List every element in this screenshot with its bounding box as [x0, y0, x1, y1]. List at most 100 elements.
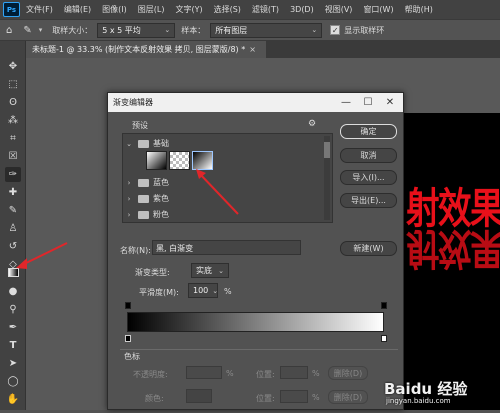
preset-swatch-black-white[interactable]	[192, 151, 213, 170]
sample-value: 所有图层	[215, 25, 248, 35]
menu-file[interactable]: 文件(F)	[26, 4, 53, 15]
stops-label: 色标	[122, 351, 142, 362]
gradient-swatch-icon	[7, 268, 19, 277]
dialog-title: 渐变编辑器	[113, 98, 153, 107]
opacity-input[interactable]	[186, 366, 222, 379]
chevron-right-icon[interactable]: ›	[123, 211, 135, 219]
preset-swatch-transparent[interactable]	[169, 151, 190, 170]
watermark-url: jingyan.baidu.com	[386, 397, 451, 405]
home-icon[interactable]: ⌂	[6, 25, 12, 36]
chevron-down-icon: ⌄	[311, 26, 318, 34]
move-tool-icon[interactable]: ✥	[5, 59, 21, 74]
menu-help[interactable]: 帮助(H)	[405, 4, 433, 15]
type-tool-icon[interactable]: T	[5, 338, 21, 353]
smoothness-select[interactable]: 100 ⌄	[188, 283, 218, 298]
eyedropper-tool-icon[interactable]: ✑	[5, 167, 21, 182]
watermark-logo-text: Baidu 经验	[384, 380, 468, 398]
minimize-icon[interactable]: —	[335, 93, 357, 112]
gradient-tool-icon[interactable]	[5, 265, 21, 280]
menu-image[interactable]: 图像(I)	[102, 4, 127, 15]
menu-filter[interactable]: 滤镜(T)	[252, 4, 279, 15]
new-button[interactable]: 新建(W)	[340, 241, 397, 256]
lasso-tool-icon[interactable]: ʘ	[5, 95, 21, 110]
document-tab[interactable]: 未标题-1 @ 33.3% (制作文本反射效果 拷贝, 图层蒙版/8) * ×	[26, 41, 266, 58]
presets-scrollbar[interactable]	[324, 136, 330, 220]
ellipse-tool-icon[interactable]: ◯	[5, 374, 21, 389]
history-brush-tool-icon[interactable]: ↺	[5, 239, 21, 254]
opacity-location-input[interactable]	[280, 366, 308, 379]
gear-icon[interactable]: ⚙	[308, 119, 316, 129]
document-tab-bar: 未标题-1 @ 33.3% (制作文本反射效果 拷贝, 图层蒙版/8) * ×	[26, 41, 500, 58]
preset-folder-label: 蓝色	[153, 178, 169, 187]
gradient-type-select[interactable]: 实底 ⌄	[191, 263, 229, 278]
menu-layer[interactable]: 图层(L)	[138, 4, 165, 15]
color-stop-left[interactable]	[125, 335, 131, 342]
sample-size-select[interactable]: 5 x 5 平均 ⌄	[97, 22, 176, 38]
brush-tool-icon[interactable]: ✎	[5, 203, 21, 218]
chevron-right-icon[interactable]: ›	[123, 179, 135, 187]
crop-tool-icon[interactable]: ⌗	[5, 131, 21, 146]
hand-tool-icon[interactable]: ✋	[5, 392, 21, 407]
delete-color-stop-button[interactable]: 删除(D)	[328, 390, 368, 404]
document-canvas[interactable]: 射效果 射效果	[402, 113, 500, 410]
opacity-stop-right[interactable]	[381, 302, 387, 309]
show-ring-toggle[interactable]: ✓ 显示取样环	[330, 25, 384, 36]
preset-folder-basic[interactable]: ⌄ 基础	[123, 137, 323, 150]
menu-type[interactable]: 文字(Y)	[175, 4, 202, 15]
color-location-label: 位置:	[256, 394, 275, 403]
preset-folder-blue[interactable]: › 蓝色	[123, 176, 323, 189]
menu-view[interactable]: 视图(V)	[325, 4, 353, 15]
marquee-tool-icon[interactable]: ⬚	[5, 77, 21, 92]
menu-window[interactable]: 窗口(W)	[363, 4, 393, 15]
name-input[interactable]: 黑, 白渐变	[152, 240, 301, 255]
chevron-right-icon[interactable]: ›	[123, 195, 135, 203]
quick-select-tool-icon[interactable]: ⁂	[5, 113, 21, 128]
import-button[interactable]: 导入(I)...	[340, 170, 397, 185]
sample-select[interactable]: 所有图层 ⌄	[210, 22, 323, 38]
chevron-down-icon[interactable]: ⌄	[123, 140, 135, 148]
dodge-tool-icon[interactable]: ⚲	[5, 302, 21, 317]
color-location-input[interactable]	[280, 390, 308, 403]
scrollbar-thumb[interactable]	[324, 142, 330, 158]
preset-swatch-foreground-background[interactable]	[146, 151, 167, 170]
preset-folder-pink[interactable]: › 粉色	[123, 208, 323, 221]
options-bar: ⌂ ✎ ▾ 取样大小： 5 x 5 平均 ⌄ 样本： 所有图层 ⌄ ✓ 显示取样环	[0, 19, 500, 41]
show-ring-checkbox[interactable]: ✓	[330, 25, 341, 35]
gradient-preview-bar[interactable]	[127, 312, 384, 332]
smoothness-label: 平滑度(M):	[139, 288, 179, 297]
ok-button[interactable]: 确定	[340, 124, 397, 139]
menu-select[interactable]: 选择(S)	[214, 4, 241, 15]
pen-tool-icon[interactable]: ✒	[5, 320, 21, 335]
export-button[interactable]: 导出(E)...	[340, 193, 397, 208]
photoshop-logo[interactable]: Ps	[3, 2, 20, 17]
gradient-editor-dialog: 渐变编辑器 — ☐ ✕ 预设 ⚙ ⌄ 基础 › 蓝色 › 紫色 › 粉色 确定 …	[107, 92, 404, 410]
menubar: Ps 文件(F) 编辑(E) 图像(I) 图层(L) 文字(Y) 选择(S) 滤…	[0, 0, 500, 19]
preset-folder-label: 粉色	[153, 210, 169, 219]
chevron-down-icon: ⌄	[218, 266, 224, 275]
healing-brush-tool-icon[interactable]: ✚	[5, 185, 21, 200]
eyedropper-tool-icon[interactable]: ✎	[23, 25, 31, 36]
opacity-stop-left[interactable]	[125, 302, 131, 309]
menu-edit[interactable]: 编辑(E)	[64, 4, 91, 15]
close-icon[interactable]: ×	[249, 45, 256, 54]
path-select-tool-icon[interactable]: ➤	[5, 356, 21, 371]
gradient-type-label: 渐变类型:	[135, 268, 170, 277]
name-label: 名称(N):	[120, 246, 151, 255]
blur-tool-icon[interactable]: ●	[5, 284, 21, 299]
preset-folder-purple[interactable]: › 紫色	[123, 192, 323, 205]
close-icon[interactable]: ✕	[379, 93, 401, 112]
chevron-down-icon[interactable]: ▾	[39, 26, 43, 34]
cancel-button[interactable]: 取消	[340, 148, 397, 163]
sample-label: 样本：	[181, 25, 206, 35]
maximize-icon[interactable]: ☐	[357, 93, 379, 112]
dialog-titlebar[interactable]: 渐变编辑器 — ☐ ✕	[108, 93, 403, 112]
opacity-location-label: 位置:	[256, 370, 275, 379]
presets-panel: ⌄ 基础 › 蓝色 › 紫色 › 粉色	[122, 133, 333, 223]
frame-tool-icon[interactable]: ☒	[5, 149, 21, 164]
canvas-red-text-reflection: 射效果	[406, 224, 500, 273]
clone-stamp-tool-icon[interactable]: ♙	[5, 221, 21, 236]
delete-opacity-stop-button[interactable]: 删除(D)	[328, 366, 368, 380]
menu-3d[interactable]: 3D(D)	[290, 5, 314, 14]
color-stop-right[interactable]	[381, 335, 387, 342]
color-swatch[interactable]	[186, 389, 212, 403]
